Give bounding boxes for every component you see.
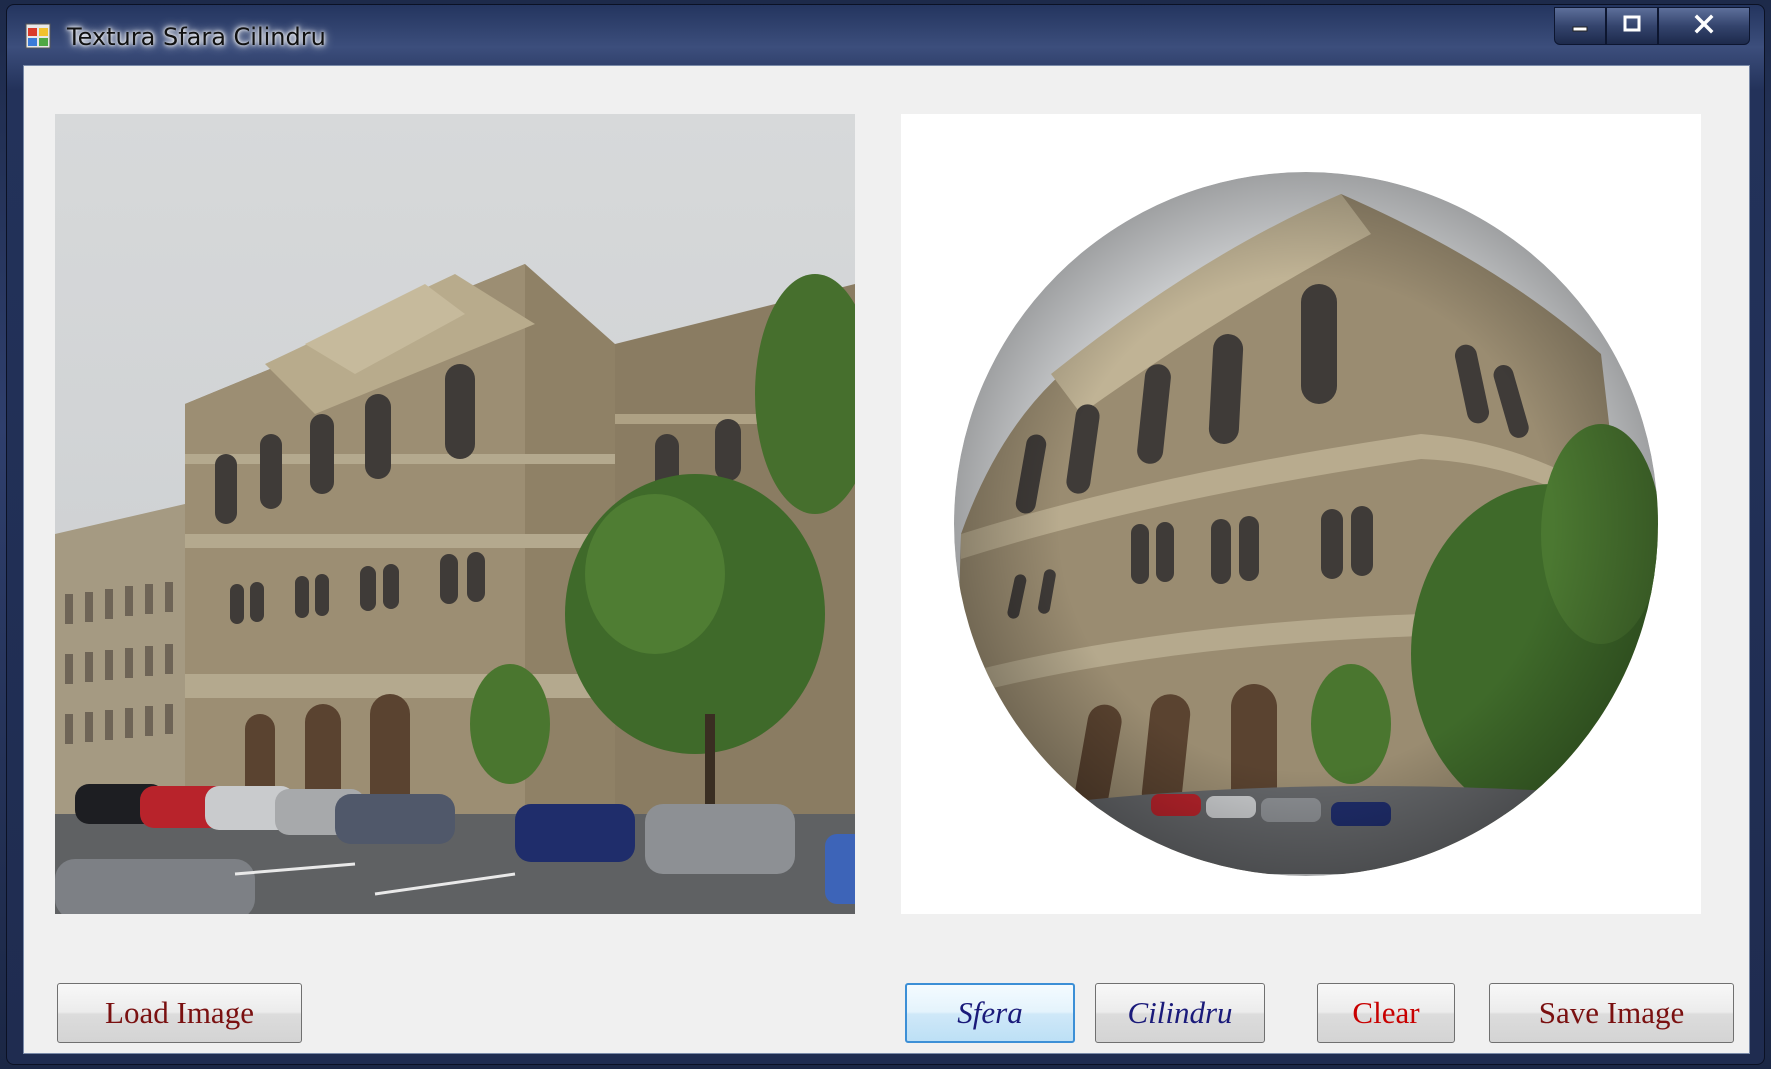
maximize-button[interactable] [1606,7,1658,45]
minimize-icon [1570,14,1590,39]
minimize-button[interactable] [1554,7,1606,45]
cilindru-button[interactable]: Cilindru [1095,983,1265,1043]
window-title: Textura Sfara Cilindru [67,23,326,51]
sphere-result-image [901,114,1701,914]
close-button[interactable] [1658,7,1750,45]
source-image-box [55,114,855,914]
app-icon[interactable] [25,23,51,49]
caption-buttons [1554,7,1750,45]
close-icon [1693,13,1715,40]
source-image [55,114,855,914]
result-image-box [901,114,1701,914]
title-bar[interactable]: Textura Sfara Cilindru [7,5,1764,63]
maximize-icon [1622,14,1642,39]
save-image-button[interactable]: Save Image [1489,983,1734,1043]
load-image-button[interactable]: Load Image [57,983,302,1043]
sfera-button[interactable]: Sfera [905,983,1075,1043]
clear-button[interactable]: Clear [1317,983,1455,1043]
client-area: Load Image Sfera Cilindru Clear Save Ima… [23,65,1750,1054]
app-window: Textura Sfara Cilindru Load Image Sfera … [6,4,1765,1065]
